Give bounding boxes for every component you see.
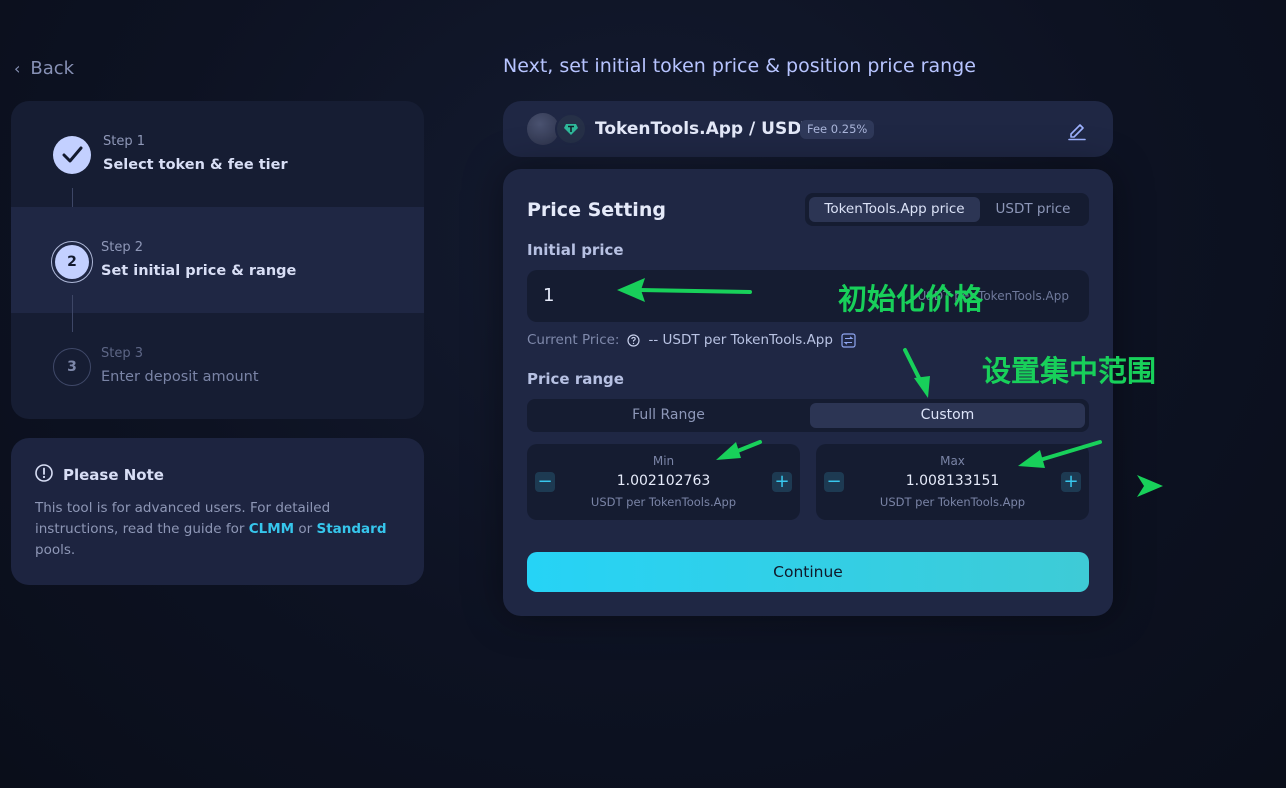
arrow-icon	[617, 278, 752, 302]
arrow-icon	[1137, 475, 1163, 497]
arrow-icon	[716, 440, 762, 460]
arrow-icon	[903, 348, 930, 398]
annotation-arrows	[617, 278, 1163, 497]
arrow-icon	[1018, 440, 1102, 468]
